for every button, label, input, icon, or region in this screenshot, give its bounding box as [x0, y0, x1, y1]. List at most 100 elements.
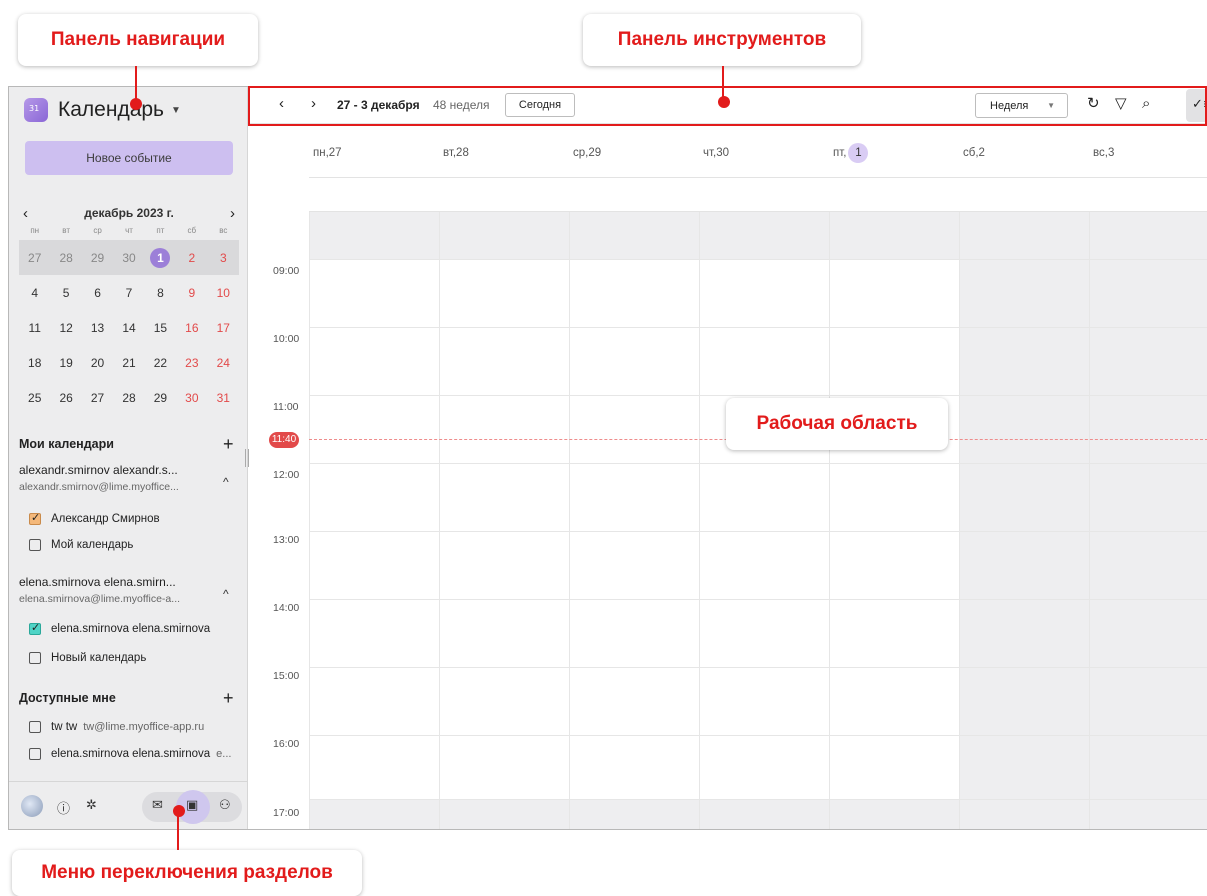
- mini-day[interactable]: 13: [82, 321, 113, 335]
- mini-day[interactable]: 2: [176, 251, 207, 265]
- calendar-item-elena[interactable]: elena.smirnova elena.smirnova: [29, 621, 210, 635]
- chevron-up-icon[interactable]: ^: [223, 475, 229, 489]
- mini-day[interactable]: 10: [208, 286, 239, 300]
- shared-item-tw[interactable]: tw tw tw@lime.myoffice-app.ru: [29, 721, 204, 733]
- week-grid[interactable]: [309, 211, 1207, 829]
- gear-icon[interactable]: ✲: [86, 798, 97, 813]
- mini-day[interactable]: 9: [176, 286, 207, 300]
- mini-day[interactable]: 12: [50, 321, 81, 335]
- checkbox-checked[interactable]: [29, 511, 41, 525]
- shared-item-elena[interactable]: elena.smirnova elena.smirnova e...: [29, 748, 231, 760]
- mini-day[interactable]: 17: [208, 321, 239, 335]
- mini-day[interactable]: 24: [208, 356, 239, 370]
- mini-day[interactable]: 3: [208, 251, 239, 265]
- day-header[interactable]: ср,29: [573, 147, 601, 159]
- day-header[interactable]: вт,28: [443, 147, 469, 159]
- mini-day[interactable]: 7: [113, 286, 144, 300]
- avatar[interactable]: [21, 795, 43, 817]
- column-divider: [1089, 211, 1090, 829]
- annotation-dot: [173, 805, 185, 817]
- mini-day[interactable]: 29: [145, 391, 176, 405]
- hour-line: [309, 531, 1207, 532]
- calendar-icon[interactable]: ▣: [186, 798, 198, 813]
- checkbox[interactable]: [29, 539, 41, 551]
- mini-day[interactable]: 6: [82, 286, 113, 300]
- mini-day[interactable]: 23: [176, 356, 207, 370]
- mini-prev-month-icon[interactable]: ‹: [19, 205, 32, 222]
- annotation-dot: [130, 98, 142, 110]
- day-header[interactable]: вс,3: [1093, 147, 1114, 159]
- add-calendar-icon[interactable]: +: [223, 435, 234, 453]
- mini-day[interactable]: 19: [50, 356, 81, 370]
- mini-day[interactable]: 29: [82, 251, 113, 265]
- mini-day[interactable]: 11: [19, 321, 50, 335]
- chevron-up-icon[interactable]: ^: [223, 587, 229, 601]
- current-time-badge: 11:40: [269, 432, 299, 448]
- mail-icon[interactable]: ✉: [152, 798, 163, 813]
- column-divider: [569, 211, 570, 829]
- mini-day[interactable]: 5: [50, 286, 81, 300]
- mini-next-month-icon[interactable]: ›: [226, 205, 239, 222]
- time-label: 12:00: [273, 469, 300, 481]
- mini-calendar-week: 18 19 20 21 22 23 24: [19, 345, 239, 380]
- checkbox-checked[interactable]: [29, 621, 41, 635]
- mini-day[interactable]: 22: [145, 356, 176, 370]
- mini-day[interactable]: 30: [176, 391, 207, 405]
- mini-day[interactable]: 14: [113, 321, 144, 335]
- account-name: elena.smirnova elena.smirn...: [19, 575, 176, 589]
- help-icon[interactable]: ⓘ: [57, 798, 70, 817]
- day-header[interactable]: сб,2: [963, 147, 985, 159]
- checkbox[interactable]: [29, 721, 41, 733]
- chevron-down-icon: ▼: [171, 104, 181, 116]
- mini-day[interactable]: 4: [19, 286, 50, 300]
- mini-day[interactable]: 18: [19, 356, 50, 370]
- mini-calendar-weekdays: пн вт ср чт пт сб вс: [19, 226, 239, 240]
- mini-day[interactable]: 27: [19, 251, 50, 265]
- calendar-item-my-calendar[interactable]: Мой календарь: [29, 539, 133, 551]
- mini-day[interactable]: 20: [82, 356, 113, 370]
- mini-day[interactable]: 28: [113, 391, 144, 405]
- mini-calendar: пн вт ср чт пт сб вс 27 28 29 30 1 2 3 4…: [19, 226, 239, 415]
- day-header-today[interactable]: пт, 1: [833, 143, 869, 163]
- mini-day[interactable]: 26: [50, 391, 81, 405]
- mini-day[interactable]: 21: [113, 356, 144, 370]
- add-shared-calendar-icon[interactable]: +: [223, 689, 234, 707]
- app-switcher[interactable]: Календарь ▼: [24, 95, 181, 125]
- mini-day[interactable]: 8: [145, 286, 176, 300]
- calendar-item-new-calendar[interactable]: Новый календарь: [29, 652, 146, 664]
- account-elena: elena.smirnova elena.smirn... elena.smir…: [19, 575, 224, 605]
- weekday-label: чт: [125, 226, 133, 235]
- mini-day[interactable]: 25: [19, 391, 50, 405]
- annotation-work-area: Рабочая область: [726, 398, 948, 450]
- day-header[interactable]: чт,30: [703, 147, 729, 159]
- mini-day[interactable]: 15: [145, 321, 176, 335]
- mini-day[interactable]: 31: [208, 391, 239, 405]
- mini-day[interactable]: 27: [82, 391, 113, 405]
- day-num: 29: [588, 147, 602, 159]
- day-num: 30: [716, 147, 729, 159]
- day-header[interactable]: пн,27: [313, 147, 342, 159]
- time-label: 10:00: [273, 333, 300, 345]
- mini-day[interactable]: 16: [176, 321, 207, 335]
- hour-line: [309, 327, 1207, 328]
- hour-line: [309, 735, 1207, 736]
- new-event-button[interactable]: Новое событие: [25, 141, 233, 175]
- calendar-label: Новый календарь: [51, 652, 147, 664]
- calendar-label: Мой календарь: [51, 539, 134, 551]
- shared-calendars-title: Доступные мне: [19, 691, 116, 705]
- day-dow: ср,: [573, 147, 589, 159]
- contacts-icon[interactable]: ⚇: [219, 798, 231, 813]
- hour-line: [309, 395, 1207, 396]
- mini-day[interactable]: 28: [50, 251, 81, 265]
- column-divider: [439, 211, 440, 829]
- weekday-label: пн: [30, 226, 40, 235]
- annotation-section-menu: Меню переключения разделов: [12, 850, 362, 896]
- mini-day[interactable]: 30: [113, 251, 144, 265]
- checkbox[interactable]: [29, 652, 41, 664]
- mini-day-today[interactable]: 1: [150, 247, 171, 268]
- all-day-row[interactable]: [309, 177, 1207, 211]
- mini-calendar-header: ‹ декабрь 2023 г. ›: [19, 203, 239, 223]
- checkbox[interactable]: [29, 748, 41, 760]
- calendar-item-alexandr-smirnov[interactable]: Александр Смирнов: [29, 511, 160, 525]
- hour-line: [309, 667, 1207, 668]
